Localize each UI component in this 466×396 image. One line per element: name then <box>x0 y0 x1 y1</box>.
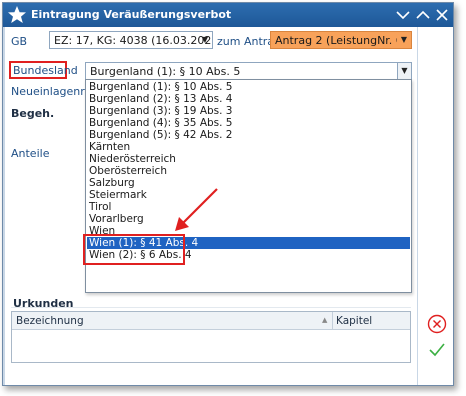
dropdown-option[interactable]: Steiermark <box>87 189 410 201</box>
dropdown-option[interactable]: Burgenland (4): § 35 Abs. 5 <box>87 117 410 129</box>
window-title: Eintragung Veräußerungsverbot <box>31 8 232 21</box>
chevron-up-icon[interactable] <box>415 7 431 23</box>
begeh-label: Begeh. <box>11 107 55 120</box>
dropdown-option[interactable]: Burgenland (5): § 42 Abs. 2 <box>87 129 410 141</box>
dropdown-option[interactable]: Oberösterreich <box>87 165 410 177</box>
arrow-icon <box>175 188 218 231</box>
dropdown-option[interactable]: Burgenland (1): § 10 Abs. 5 <box>87 81 410 93</box>
title-bar[interactable]: Eintragung Veräußerungsverbot <box>3 3 453 27</box>
section-divider <box>11 307 411 308</box>
cancel-circle-icon[interactable] <box>427 314 447 334</box>
checkmark-icon[interactable] <box>428 341 446 359</box>
column-header-kapitel[interactable]: Kapitel <box>336 315 372 327</box>
close-icon[interactable] <box>434 7 450 23</box>
chevron-down-icon[interactable]: ▼ <box>397 32 411 48</box>
table-header: Bezeichnung ▲ Kapitel <box>12 312 410 330</box>
chevron-down-icon[interactable]: ▼ <box>198 32 212 48</box>
dropdown-option[interactable]: Kärnten <box>87 141 410 153</box>
antrag-combo[interactable]: Antrag 2 (LeistungNr. 6) - Bez ▼ <box>270 31 412 49</box>
column-separator[interactable] <box>332 312 333 330</box>
dropdown-option[interactable]: Salzburg <box>87 177 410 189</box>
star-icon <box>8 6 26 23</box>
dropdown-option[interactable]: Burgenland (2): § 13 Abs. 4 <box>87 93 410 105</box>
form-area: GB EZ: 17, KG: 4038 (16.03.2021) ▼ zum A… <box>5 27 417 385</box>
chevron-down-icon[interactable] <box>395 7 411 23</box>
chevron-down-icon[interactable]: ▼ <box>397 63 411 79</box>
dropdown-option[interactable]: Tirol <box>87 201 410 213</box>
action-sidebar <box>417 27 453 385</box>
dropdown-option[interactable]: Niederösterreich <box>87 153 410 165</box>
gb-value: EZ: 17, KG: 4038 (16.03.2021) <box>54 34 213 47</box>
sort-up-icon[interactable]: ▲ <box>322 316 327 324</box>
bundesland-value: Burgenland (1): § 10 Abs. 5 <box>90 65 241 78</box>
gb-combo[interactable]: EZ: 17, KG: 4038 (16.03.2021) ▼ <box>49 31 213 49</box>
urkunden-table[interactable]: Bezeichnung ▲ Kapitel <box>11 311 411 363</box>
antrag-value: Antrag 2 (LeistungNr. 6) - Bez <box>275 34 411 47</box>
anteile-label: Anteile <box>11 147 50 160</box>
wien-options-highlight <box>83 234 185 265</box>
column-header-bezeichnung[interactable]: Bezeichnung <box>16 315 84 327</box>
dialog-window: Eintragung Veräußerungsverbot GB EZ: 17,… <box>2 2 454 386</box>
gb-label: GB <box>11 35 28 48</box>
bundesland-combo[interactable]: Burgenland (1): § 10 Abs. 5 ▼ <box>85 62 412 80</box>
dropdown-option[interactable]: Vorarlberg <box>87 213 410 225</box>
urkunden-title: Urkunden <box>13 297 74 310</box>
dropdown-option[interactable]: Burgenland (3): § 19 Abs. 3 <box>87 105 410 117</box>
bundesland-label: Bundesland <box>13 64 78 77</box>
neuanlagen-label: Neueinlagenrefer <box>11 85 85 98</box>
